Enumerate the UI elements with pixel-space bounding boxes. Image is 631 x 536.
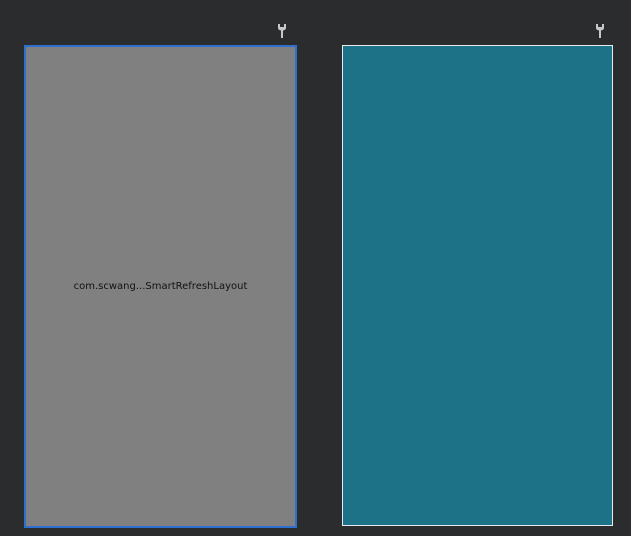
wrench-icon[interactable] xyxy=(276,23,288,39)
blueprint-surface[interactable] xyxy=(342,45,613,526)
component-label: com.scwang...SmartRefreshLayout xyxy=(73,281,248,292)
wrench-icon[interactable] xyxy=(594,23,606,39)
resize-handle[interactable] xyxy=(308,528,318,536)
layout-editor-canvas: com.scwang...SmartRefreshLayout xyxy=(0,0,631,536)
design-surface[interactable]: com.scwang...SmartRefreshLayout xyxy=(24,45,297,528)
